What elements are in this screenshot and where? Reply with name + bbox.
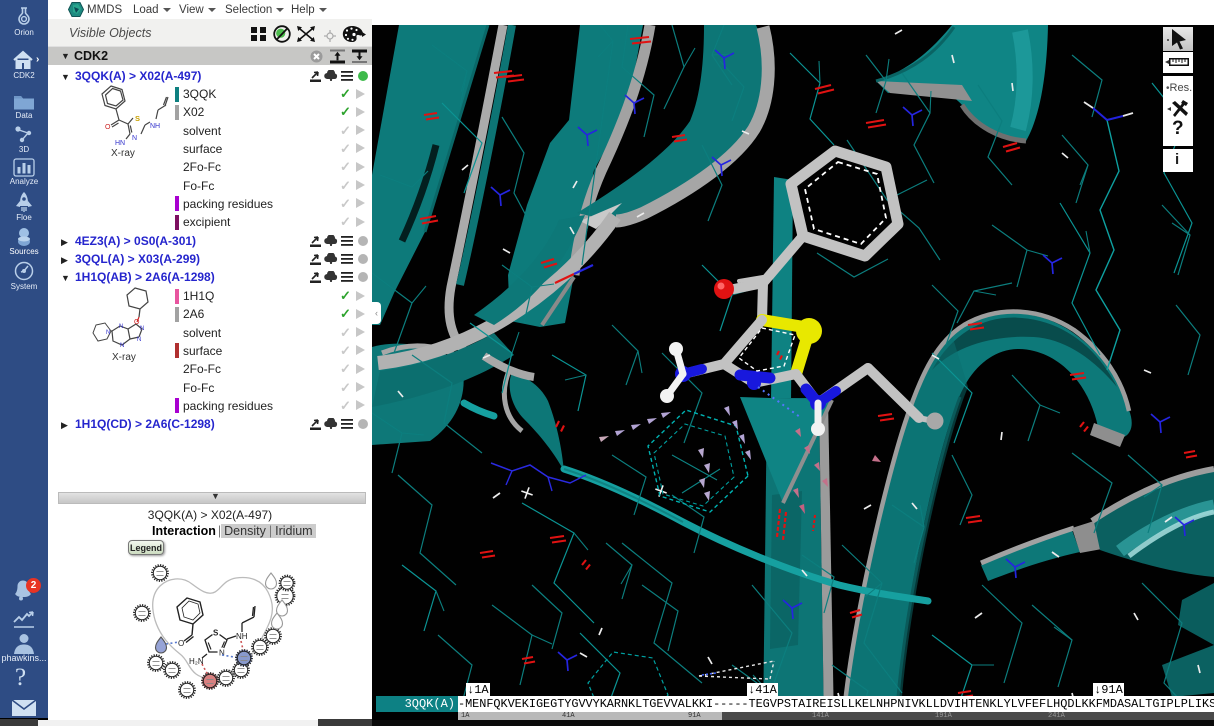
svg-text:NH: NH (236, 632, 248, 641)
svg-text:N: N (219, 649, 225, 658)
svg-text:O: O (178, 639, 184, 648)
svg-text:O: O (134, 319, 140, 326)
svg-text:NH: NH (150, 123, 160, 130)
svg-text:S: S (135, 114, 140, 123)
svg-text:N: N (119, 324, 123, 330)
svg-text:N: N (140, 326, 144, 332)
svg-text:S: S (213, 629, 219, 638)
svg-text:O: O (105, 124, 111, 131)
svg-text:N: N (132, 135, 137, 142)
svg-text:N: N (106, 330, 110, 336)
svg-text:HN: HN (115, 140, 125, 146)
svg-text:N: N (137, 337, 141, 343)
svg-text:N: N (120, 343, 124, 349)
